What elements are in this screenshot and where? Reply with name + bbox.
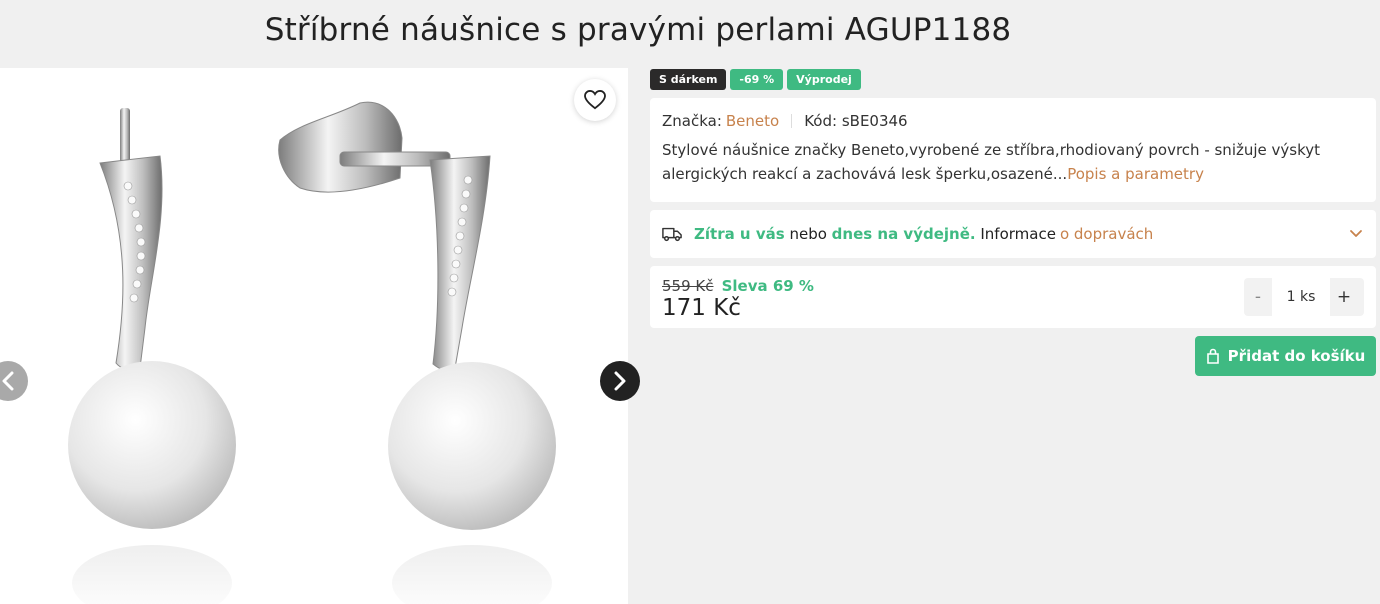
- quantity-input[interactable]: 1 ks: [1272, 278, 1330, 316]
- chevron-right-icon: [614, 371, 626, 391]
- badge-discount: -69 %: [730, 69, 784, 90]
- discount-label: Sleva 69 %: [721, 277, 814, 295]
- quantity-decrease-button[interactable]: -: [1244, 287, 1272, 307]
- quantity-increase-button[interactable]: +: [1330, 287, 1358, 307]
- badge-gift: S dárkem: [650, 69, 727, 90]
- code-value: sBE0346: [841, 112, 908, 130]
- delivery-info-label: Informace: [980, 225, 1056, 243]
- add-to-cart-button[interactable]: Přidat do košíku: [1195, 336, 1376, 376]
- old-price: 559 Kč: [662, 277, 714, 295]
- product-info-card: Značka: Beneto Kód: sBE0346 Stylové náuš…: [650, 98, 1376, 202]
- add-to-cart-label: Přidat do košíku: [1227, 347, 1366, 365]
- badge-list: S dárkem -69 % Výprodej: [650, 69, 861, 90]
- shipping-info-link[interactable]: o dopravách: [1060, 225, 1153, 243]
- shopping-bag-icon: [1206, 348, 1219, 364]
- product-meta: Značka: Beneto Kód: sBE0346: [662, 112, 1364, 130]
- meta-divider: [791, 114, 793, 128]
- delivery-info-row[interactable]: Zítra u vás nebo dnes na výdejně. Inform…: [650, 210, 1376, 258]
- price-card: 559 Kč Sleva 69 % 171 Kč - 1 ks +: [650, 266, 1376, 328]
- delivery-today: dnes na výdejně.: [831, 225, 976, 243]
- page-title: Stříbrné náušnice s pravými perlami AGUP…: [264, 12, 1012, 48]
- gallery-next-button[interactable]: [600, 361, 640, 401]
- brand-label: Značka:: [662, 112, 722, 130]
- chevron-down-icon[interactable]: [1348, 226, 1364, 242]
- description-more-link[interactable]: Popis a parametry: [1067, 165, 1204, 183]
- delivery-or: nebo: [789, 225, 827, 243]
- truck-icon: [662, 227, 682, 242]
- badge-sale: Výprodej: [787, 69, 861, 90]
- wishlist-button[interactable]: [574, 79, 616, 121]
- product-description: Stylové náušnice značky Beneto,vyrobené …: [662, 138, 1364, 186]
- product-gallery[interactable]: [0, 68, 628, 604]
- code-label: Kód:: [804, 112, 838, 130]
- delivery-tomorrow: Zítra u vás: [694, 225, 785, 243]
- description-text: Stylové náušnice značky Beneto,vyrobené …: [662, 141, 1321, 183]
- heart-icon: [584, 90, 606, 110]
- quantity-stepper[interactable]: - 1 ks +: [1244, 278, 1364, 316]
- brand-link[interactable]: Beneto: [726, 112, 779, 130]
- product-image: [68, 101, 556, 604]
- chevron-left-icon: [2, 371, 14, 391]
